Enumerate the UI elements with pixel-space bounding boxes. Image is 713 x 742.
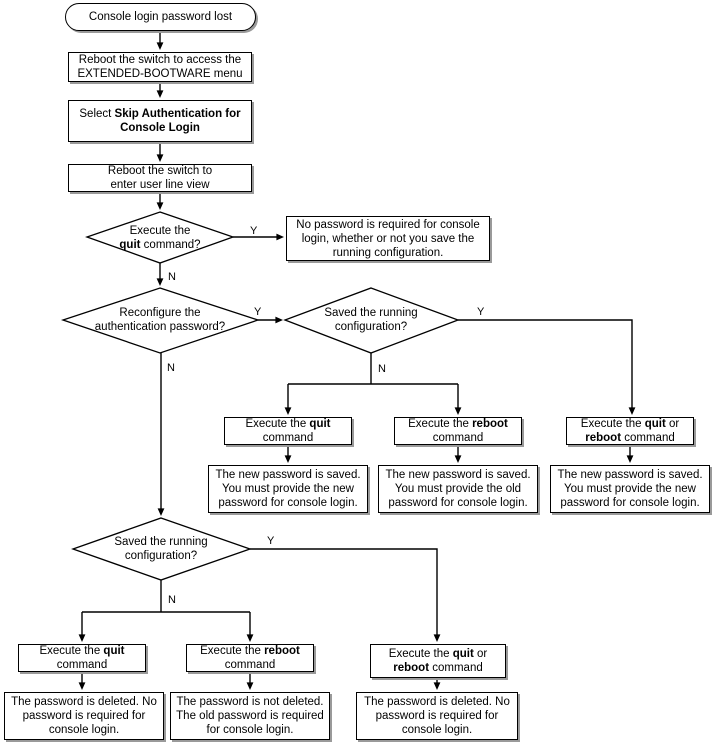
mid-qor-bold1: quit — [644, 418, 666, 430]
node-bottom-execute-reboot: Execute the reboot command — [186, 644, 314, 672]
node-bottom-result-deleted: The password is deleted. No password is … — [4, 692, 164, 740]
mid-qor-suffix: command — [621, 432, 675, 444]
node-mid-execute-quit: Execute the quit command — [224, 417, 352, 445]
bot-quit-suffix: command — [56, 659, 108, 671]
node-reboot-bootware-label: Reboot the switch to access the EXTENDED… — [77, 54, 243, 80]
quit-bold: quit — [119, 238, 141, 251]
quit-line1: Execute the — [129, 224, 191, 237]
mid-qor-bold2: reboot — [585, 432, 622, 444]
node-mid-result-new-new-label: The new password is saved. You must prov… — [215, 469, 361, 509]
node-bottom-execute-quit-or-reboot: Execute the quit or reboot command — [370, 644, 506, 678]
bot-qor-bold1: quit — [452, 648, 474, 660]
select-bold: Skip Authentication for Console Login — [114, 108, 241, 134]
mid-reboot-suffix: command — [432, 432, 484, 444]
bot-qor-mid: or — [476, 648, 488, 660]
node-reboot-user-line-view-label: Reboot the switch to enter user line vie… — [107, 165, 213, 191]
node-select-skip-authentication: Select Skip Authentication for Console L… — [68, 100, 252, 142]
mid-reboot-bold: reboot — [472, 418, 508, 430]
node-decision-reconfigure-password-label: Reconfigure the authentication password? — [94, 307, 226, 333]
bot-quit-prefix: Execute the — [39, 645, 104, 657]
bot-reboot-prefix: Execute the — [200, 645, 265, 657]
node-start: Console login password lost — [65, 3, 256, 31]
node-start-label: Console login password lost — [88, 11, 233, 23]
node-result-no-password-required-label: No password is required for console logi… — [296, 218, 480, 259]
node-mid-execute-quit-label: Execute the quit command — [242, 417, 333, 445]
node-decision-saved-config-lower: Saved the running configuration? — [90, 524, 232, 574]
node-select-skip-authentication-label: Select Skip Authentication for Console L… — [76, 107, 243, 135]
edge-label-quit-no: N — [168, 271, 176, 283]
node-mid-execute-reboot: Execute the reboot command — [394, 417, 522, 445]
node-bottom-result-deleted-right-label: The password is deleted. No password is … — [364, 696, 510, 736]
node-decision-execute-quit-label: Execute the quit command? — [116, 224, 203, 252]
node-bottom-result-deleted-right: The password is deleted. No password is … — [356, 692, 518, 740]
node-mid-result-new-new: The new password is saved. You must prov… — [208, 465, 368, 513]
bot-quit-bold: quit — [103, 645, 125, 657]
node-bottom-execute-quit-label: Execute the quit command — [36, 644, 127, 672]
node-mid-execute-quit-or-reboot-label: Execute the quit or reboot command — [578, 417, 682, 445]
node-bottom-result-deleted-label: The password is deleted. No password is … — [11, 696, 157, 736]
mid-reboot-prefix: Execute the — [408, 418, 473, 430]
node-mid-result-new-old-label: The new password is saved. You must prov… — [385, 469, 531, 509]
node-decision-execute-quit: Execute the quit command? — [95, 212, 225, 263]
node-bottom-result-not-deleted-label: The password is not deleted. The old pas… — [176, 696, 324, 736]
node-bottom-result-not-deleted: The password is not deleted. The old pas… — [170, 692, 330, 740]
edge-label-quit-yes: Y — [250, 225, 258, 237]
node-mid-result-new-new-right-label: The new password is saved. You must prov… — [557, 469, 703, 509]
quit-suffix: command? — [140, 238, 201, 251]
mid-quit-suffix: command — [262, 432, 314, 444]
bot-reboot-bold: reboot — [264, 645, 300, 657]
node-decision-saved-config-upper: Saved the running configuration? — [300, 295, 442, 345]
node-reboot-bootware: Reboot the switch to access the EXTENDED… — [68, 52, 252, 82]
bot-qor-suffix: command — [429, 662, 483, 674]
edge-label-saved-upper-yes: Y — [477, 306, 485, 318]
edge-label-reconfigure-yes: Y — [254, 306, 262, 318]
node-bottom-execute-quit: Execute the quit command — [18, 644, 146, 672]
edge-label-saved-lower-yes: Y — [267, 535, 275, 547]
node-result-no-password-required: No password is required for console logi… — [286, 216, 490, 261]
node-reboot-user-line-view: Reboot the switch to enter user line vie… — [68, 164, 252, 192]
node-mid-result-new-old: The new password is saved. You must prov… — [378, 465, 538, 513]
bot-reboot-suffix: command — [224, 659, 276, 671]
node-mid-result-new-new-right: The new password is saved. You must prov… — [550, 465, 710, 513]
bot-qor-bold2: reboot — [393, 662, 430, 674]
mid-quit-bold: quit — [309, 418, 331, 430]
bot-qor-prefix: Execute the — [388, 648, 453, 660]
mid-qor-mid: or — [668, 418, 680, 430]
mid-qor-prefix: Execute the — [580, 418, 645, 430]
edge-label-saved-lower-no: N — [168, 594, 176, 606]
edge-label-saved-upper-no: N — [378, 363, 386, 375]
node-decision-saved-config-upper-label: Saved the running configuration? — [324, 307, 418, 333]
node-mid-execute-quit-or-reboot: Execute the quit or reboot command — [566, 417, 694, 445]
node-decision-reconfigure-password: Reconfigure the authentication password? — [72, 295, 248, 345]
select-prefix: Select — [79, 108, 115, 120]
node-bottom-execute-reboot-label: Execute the reboot command — [197, 644, 303, 672]
flowchart-canvas: Console login password lost Reboot the s… — [0, 0, 713, 742]
mid-quit-prefix: Execute the — [245, 418, 310, 430]
node-bottom-execute-quit-or-reboot-label: Execute the quit or reboot command — [386, 647, 490, 675]
node-decision-saved-config-lower-label: Saved the running configuration? — [114, 536, 208, 562]
node-mid-execute-reboot-label: Execute the reboot command — [405, 417, 511, 445]
edge-label-reconfigure-no: N — [167, 362, 175, 374]
